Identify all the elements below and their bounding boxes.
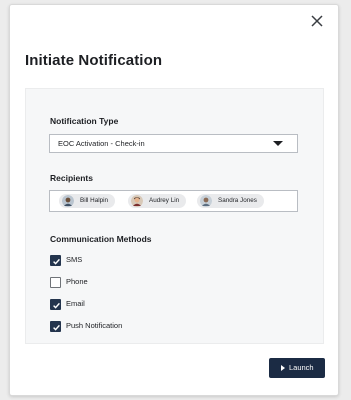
checkbox-checked-icon[interactable] bbox=[50, 299, 61, 310]
notification-form-panel: Notification Type EOC Activation - Check… bbox=[25, 88, 324, 344]
recipients-label: Recipients bbox=[50, 173, 93, 183]
initiate-notification-dialog: Initiate Notification Notification Type … bbox=[9, 4, 339, 396]
notification-type-select[interactable]: EOC Activation - Check-in bbox=[49, 134, 298, 153]
avatar-icon bbox=[62, 195, 74, 207]
recipient-name: Audrey Lin bbox=[149, 197, 180, 204]
close-icon[interactable] bbox=[309, 13, 325, 29]
dialog-title: Initiate Notification bbox=[25, 52, 163, 69]
method-label: Push Notification bbox=[66, 321, 123, 330]
checkbox-checked-icon[interactable] bbox=[50, 255, 61, 266]
checkbox-checked-icon[interactable] bbox=[50, 321, 61, 332]
method-label: Email bbox=[66, 299, 85, 308]
notification-type-value: EOC Activation - Check-in bbox=[58, 139, 145, 148]
recipient-chip[interactable]: Audrey Lin bbox=[128, 194, 187, 208]
method-label: Phone bbox=[66, 277, 88, 286]
recipient-chip[interactable]: Bill Halpin bbox=[59, 194, 115, 208]
caret-down-icon bbox=[273, 141, 283, 146]
avatar-icon bbox=[200, 195, 212, 207]
notification-type-label: Notification Type bbox=[50, 116, 119, 126]
recipient-name: Bill Halpin bbox=[80, 197, 108, 204]
recipient-name: Sandra Jones bbox=[218, 197, 257, 204]
recipient-chip[interactable]: Sandra Jones bbox=[197, 194, 264, 208]
recipients-field[interactable]: Bill Halpin Audrey Lin Sandra Jones bbox=[49, 190, 298, 212]
play-icon bbox=[281, 365, 285, 371]
communication-methods-label: Communication Methods bbox=[50, 234, 152, 244]
checkbox-unchecked-icon[interactable] bbox=[50, 277, 61, 288]
avatar-icon bbox=[131, 195, 143, 207]
launch-label: Launch bbox=[289, 363, 314, 372]
method-label: SMS bbox=[66, 255, 83, 264]
launch-button[interactable]: Launch bbox=[269, 358, 325, 378]
